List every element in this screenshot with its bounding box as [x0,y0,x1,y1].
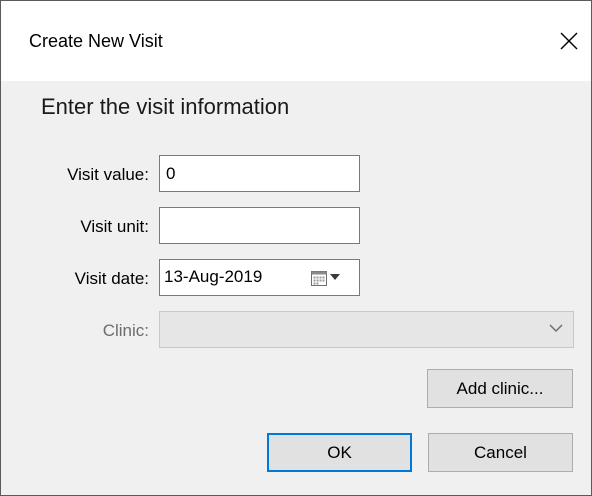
visit-value-label: Visit value: [67,165,149,184]
create-new-visit-dialog: Create New Visit Enter the visit informa… [0,0,592,496]
close-button[interactable] [547,19,591,63]
clinic-label: Clinic: [102,321,149,340]
visit-date-picker[interactable]: 13-Aug-2019 [159,259,360,296]
visit-value-input[interactable] [159,155,360,192]
close-icon [560,32,578,50]
add-clinic-button[interactable]: Add clinic... [427,369,573,408]
calendar-icon[interactable] [309,268,329,288]
chevron-down-icon [549,324,563,333]
cancel-button[interactable]: Cancel [428,433,573,472]
title-bar: Create New Visit [1,1,591,81]
visit-date-value[interactable]: 13-Aug-2019 [164,267,262,287]
window-title: Create New Visit [29,31,163,51]
visit-date-label: Visit date: [74,269,149,288]
visit-unit-input[interactable] [159,207,360,244]
ok-button[interactable]: OK [267,433,412,472]
visit-unit-label: Visit unit: [80,217,149,236]
form-heading: Enter the visit information [41,94,290,119]
dropdown-arrow-icon[interactable] [330,274,340,281]
clinic-select [159,311,574,348]
